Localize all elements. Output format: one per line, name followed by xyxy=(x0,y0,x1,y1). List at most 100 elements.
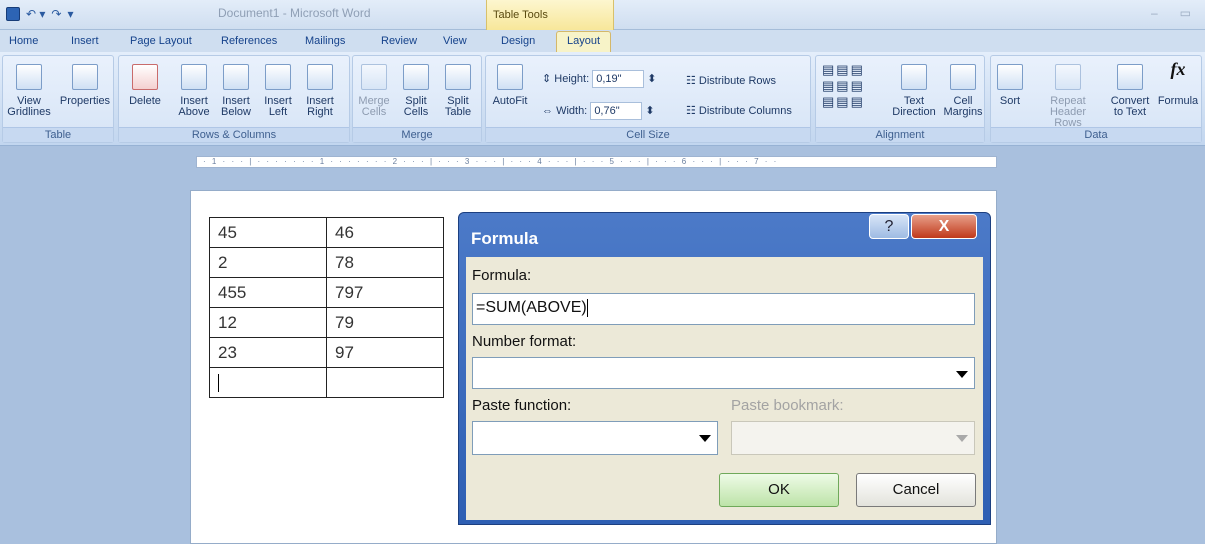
customize-qat-icon[interactable]: ▾ xyxy=(67,7,73,21)
tab-mailings[interactable]: Mailings xyxy=(305,35,345,47)
table-group: View Gridlines Properties Table xyxy=(2,55,114,143)
distribute-columns-button[interactable]: ☷ Distribute Columns xyxy=(686,104,792,117)
insert-left-icon xyxy=(265,64,291,90)
split-table-icon xyxy=(445,64,471,90)
number-format-label: Number format: xyxy=(472,333,577,350)
convert-to-text-button[interactable]: Convert to Text xyxy=(1107,64,1153,118)
alignment-group: ▤▤▤ ▤▤▤ ▤▤▤ Text Direction Cell Margins Al… xyxy=(815,55,985,143)
delete-label: Delete xyxy=(129,95,161,107)
ribbon-tabs: Home Insert Page Layout References Maili… xyxy=(0,30,1205,53)
ok-button[interactable]: OK xyxy=(719,473,839,507)
formula-input[interactable]: =SUM(ABOVE) xyxy=(472,293,975,325)
cell-margins-button[interactable]: Cell Margins xyxy=(942,64,984,118)
text-cursor xyxy=(218,374,219,393)
tab-page-layout[interactable]: Page Layout xyxy=(130,35,192,47)
width-spinner[interactable]: 0,76" xyxy=(590,102,643,120)
table-cell[interactable]: 46 xyxy=(326,217,444,248)
window-title: Document1 - Microsoft Word xyxy=(218,6,371,20)
autofit-button[interactable]: AutoFit xyxy=(490,64,530,107)
table-cell[interactable]: 23 xyxy=(209,337,327,368)
help-button[interactable]: ? xyxy=(869,214,909,239)
tab-review[interactable]: Review xyxy=(381,35,417,47)
merge-cells-button[interactable]: Merge Cells xyxy=(355,64,393,118)
table-cell[interactable]: 2 xyxy=(209,247,327,278)
view-gridlines-label: View Gridlines xyxy=(7,95,51,118)
table-row: 2 78 xyxy=(209,247,444,278)
insert-below-label: Insert Below xyxy=(221,95,251,118)
table-group-label: Table xyxy=(3,127,113,142)
cancel-button[interactable]: Cancel xyxy=(856,473,976,507)
dialog-body: Formula: =SUM(ABOVE) Number format: Past… xyxy=(466,257,983,520)
paste-function-label: Paste function: xyxy=(472,397,572,414)
repeat-header-rows-button[interactable]: Repeat Header Rows xyxy=(1035,64,1101,129)
align-buttons-grid[interactable]: ▤▤▤ ▤▤▤ ▤▤▤ xyxy=(822,62,865,110)
undo-icon[interactable]: ↶ ▾ xyxy=(26,7,45,21)
data-group: Sort Repeat Header Rows Convert to Text … xyxy=(990,55,1202,143)
insert-right-button[interactable]: Insert Right xyxy=(301,64,339,118)
convert-to-text-label: Convert to Text xyxy=(1110,95,1150,118)
insert-below-button[interactable]: Insert Below xyxy=(217,64,255,118)
sort-button[interactable]: Sort xyxy=(995,64,1025,107)
table-cell[interactable] xyxy=(326,367,444,398)
merge-cells-label: Merge Cells xyxy=(358,95,390,118)
minimize-icon[interactable]: – xyxy=(1151,6,1158,20)
table-cell[interactable]: 79 xyxy=(326,307,444,338)
tab-design[interactable]: Design xyxy=(501,35,535,47)
paste-bookmark-dropdown[interactable] xyxy=(731,421,975,455)
insert-above-button[interactable]: Insert Above xyxy=(175,64,213,118)
cell-margins-label: Cell Margins xyxy=(943,95,983,118)
horizontal-ruler[interactable]: · 1 · · · | · · · · · · · 1 · · · · · · … xyxy=(196,156,997,168)
split-table-label: Split Table xyxy=(444,95,472,118)
table-cell[interactable]: 45 xyxy=(209,217,327,248)
number-format-dropdown[interactable] xyxy=(472,357,975,389)
convert-to-text-icon xyxy=(1117,64,1143,90)
table-cell[interactable]: 97 xyxy=(326,337,444,368)
distribute-rows-button[interactable]: ☷ Distribute Rows xyxy=(686,74,776,87)
tab-references[interactable]: References xyxy=(221,35,277,47)
merge-cells-icon xyxy=(361,64,387,90)
tab-layout[interactable]: Layout xyxy=(556,31,612,53)
split-table-button[interactable]: Split Table xyxy=(439,64,477,118)
table-tools-label: Table Tools xyxy=(493,9,548,21)
table-cell[interactable]: 78 xyxy=(326,247,444,278)
formula-button[interactable]: fx Formula xyxy=(1155,60,1201,107)
cell-margins-icon xyxy=(950,64,976,90)
row-height-icon: ⇕ xyxy=(542,72,555,85)
repeat-header-icon xyxy=(1055,64,1081,90)
text-cursor xyxy=(586,299,588,317)
merge-group-label: Merge xyxy=(353,127,481,142)
split-cells-button[interactable]: Split Cells xyxy=(397,64,435,118)
insert-left-label: Insert Left xyxy=(264,95,292,118)
properties-button[interactable]: Properties xyxy=(57,64,113,107)
width-control: ⇔ Width: 0,76" ⬍ xyxy=(542,102,655,120)
text-direction-icon xyxy=(901,64,927,90)
tab-view[interactable]: View xyxy=(443,35,467,47)
tab-insert[interactable]: Insert xyxy=(71,35,99,47)
delete-icon xyxy=(132,64,158,90)
table-cell[interactable]: 455 xyxy=(209,277,327,308)
paste-function-dropdown[interactable] xyxy=(472,421,718,455)
data-group-label: Data xyxy=(991,127,1201,142)
delete-button[interactable]: Delete xyxy=(125,64,165,107)
properties-label: Properties xyxy=(59,95,111,107)
height-control: ⇕ Height: 0,19" ⬍ xyxy=(542,70,656,88)
table-tools-context: Table Tools xyxy=(486,0,614,30)
table-cell[interactable]: 797 xyxy=(326,277,444,308)
text-direction-button[interactable]: Text Direction xyxy=(888,64,940,118)
gridlines-icon xyxy=(16,64,42,90)
insert-below-icon xyxy=(223,64,249,90)
tab-home[interactable]: Home xyxy=(9,35,38,47)
maximize-icon[interactable]: ▭ xyxy=(1180,6,1191,20)
save-icon[interactable] xyxy=(6,7,20,21)
table-cell[interactable]: 12 xyxy=(209,307,327,338)
insert-above-label: Insert Above xyxy=(178,95,210,118)
height-spinner[interactable]: 0,19" xyxy=(592,70,645,88)
close-button[interactable]: X xyxy=(911,214,977,239)
active-table-cell[interactable] xyxy=(209,367,327,398)
document-table[interactable]: 45 46 2 78 455 797 12 79 23 97 xyxy=(209,217,444,398)
view-gridlines-button[interactable]: View Gridlines xyxy=(7,64,51,118)
alignment-group-label: Alignment xyxy=(816,127,984,142)
sort-label: Sort xyxy=(999,95,1021,107)
redo-icon[interactable]: ↷ xyxy=(51,7,61,21)
insert-left-button[interactable]: Insert Left xyxy=(259,64,297,118)
